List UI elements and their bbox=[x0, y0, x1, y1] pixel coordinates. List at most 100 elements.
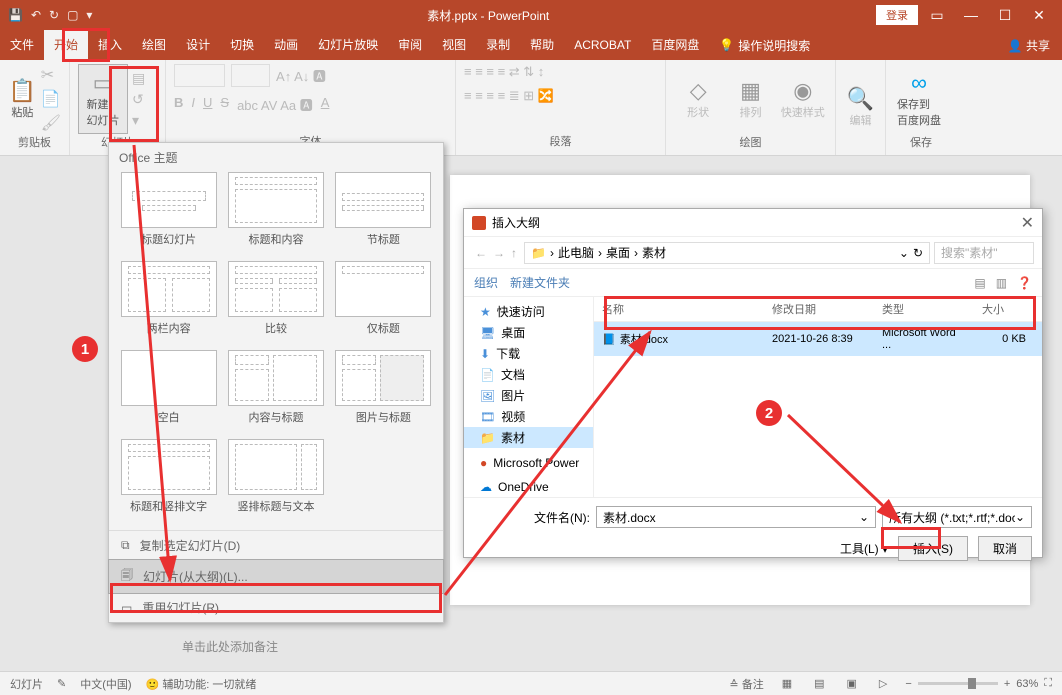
tab-review[interactable]: 审阅 bbox=[388, 30, 432, 60]
notes-placeholder[interactable]: 单击此处添加备注 bbox=[182, 638, 278, 655]
dialog-close-icon[interactable]: ✕ bbox=[1021, 213, 1034, 233]
layout-section-header[interactable]: 节标题 bbox=[334, 172, 433, 253]
filename-input[interactable]: 素材.docx⌄ bbox=[596, 506, 876, 528]
layout-title-slide[interactable]: 标题幻灯片 bbox=[119, 172, 218, 253]
reading-view-icon[interactable]: ▣ bbox=[843, 677, 861, 690]
menu-slides-from-outline[interactable]: 🗐幻灯片(从大纲)(L)... bbox=[108, 559, 444, 594]
maximize-icon[interactable]: ☐ bbox=[990, 7, 1020, 24]
zoom-level[interactable]: 63% bbox=[1016, 678, 1038, 690]
layout-content-caption[interactable]: 内容与标题 bbox=[226, 350, 325, 431]
tell-me[interactable]: 💡操作说明搜索 bbox=[709, 37, 820, 54]
layout-picture-caption[interactable]: 图片与标题 bbox=[334, 350, 433, 431]
layout-title-content[interactable]: 标题和内容 bbox=[226, 172, 325, 253]
col-date[interactable]: 修改日期 bbox=[764, 297, 874, 321]
tree-sucai[interactable]: 📁素材 bbox=[464, 427, 593, 448]
tab-baidu[interactable]: 百度网盘 bbox=[641, 30, 709, 60]
new-slide-button[interactable]: ▭新建 幻灯片 bbox=[78, 64, 128, 134]
search-input[interactable]: 搜索"素材" bbox=[934, 242, 1034, 264]
undo-icon[interactable]: ↶ bbox=[31, 8, 41, 22]
tree-onedrive[interactable]: ☁OneDrive bbox=[464, 478, 593, 496]
share-button[interactable]: 👤 共享 bbox=[996, 37, 1062, 54]
tree-mspp[interactable]: ●Microsoft Power bbox=[464, 454, 593, 472]
tree-videos[interactable]: 🎞视频 bbox=[464, 406, 593, 427]
new-folder-button[interactable]: 新建文件夹 bbox=[510, 276, 582, 290]
organize-button[interactable]: 组织 bbox=[474, 276, 510, 290]
status-slide[interactable]: 幻灯片 bbox=[10, 676, 43, 692]
layout-vtitle-text[interactable]: 竖排标题与文本 bbox=[226, 439, 325, 520]
tab-slideshow[interactable]: 幻灯片放映 bbox=[308, 30, 388, 60]
status-accessibility[interactable]: 🙂 辅助功能: 一切就绪 bbox=[146, 676, 257, 692]
tab-insert[interactable]: 插入 bbox=[88, 30, 132, 60]
zoom-in-icon[interactable]: + bbox=[1004, 678, 1010, 690]
layout-title-vtext[interactable]: 标题和竖排文字 bbox=[119, 439, 218, 520]
save-icon[interactable]: 💾 bbox=[8, 8, 23, 22]
chevron-down-icon[interactable]: ⌄ bbox=[899, 246, 909, 260]
help-icon[interactable]: ❓ bbox=[1007, 276, 1032, 290]
minimize-icon[interactable]: — bbox=[956, 7, 986, 23]
tab-file[interactable]: 文件 bbox=[0, 30, 44, 60]
tab-design[interactable]: 设计 bbox=[176, 30, 220, 60]
layout-blank[interactable]: 空白 bbox=[119, 350, 218, 431]
zoom-out-icon[interactable]: − bbox=[905, 678, 911, 690]
insert-button[interactable]: 插入(S) bbox=[898, 536, 968, 561]
redo-icon[interactable]: ↻ bbox=[49, 8, 59, 22]
nav-forward-icon[interactable]: → bbox=[490, 246, 508, 260]
tab-view[interactable]: 视图 bbox=[432, 30, 476, 60]
tree-pictures[interactable]: 🖼图片 bbox=[464, 385, 593, 406]
nav-back-icon[interactable]: ← bbox=[472, 246, 490, 260]
qat-dropdown-icon[interactable]: ▾ bbox=[86, 8, 92, 22]
tab-transitions[interactable]: 切换 bbox=[220, 30, 264, 60]
arrange-button[interactable]: ▦排列 bbox=[726, 64, 774, 134]
paste-button[interactable]: 📋粘贴 bbox=[8, 64, 37, 134]
file-row[interactable]: 📘素材.docx 2021-10-26 8:39 Microsoft Word … bbox=[594, 322, 1042, 356]
tab-record[interactable]: 录制 bbox=[476, 30, 520, 60]
styles-button[interactable]: ◉快速样式 bbox=[779, 64, 827, 134]
tab-acrobat[interactable]: ACROBAT bbox=[564, 30, 641, 60]
nav-up-icon[interactable]: ↑ bbox=[508, 246, 520, 260]
chevron-down-icon[interactable]: ⌄ bbox=[1015, 510, 1025, 524]
col-name[interactable]: 名称 bbox=[594, 297, 764, 321]
close-icon[interactable]: ✕ bbox=[1024, 7, 1054, 24]
layout-comparison[interactable]: 比较 bbox=[226, 261, 325, 342]
editing-button[interactable]: 🔍编辑 bbox=[844, 72, 877, 142]
normal-view-icon[interactable]: ▦ bbox=[778, 677, 796, 690]
from-start-icon[interactable]: ▢ bbox=[67, 8, 78, 22]
status-language[interactable]: 中文(中国) bbox=[80, 676, 131, 692]
menu-duplicate-slides[interactable]: ⧉复制选定幻灯片(D) bbox=[109, 531, 443, 560]
login-button[interactable]: 登录 bbox=[876, 5, 918, 25]
tree-documents[interactable]: 📄文档 bbox=[464, 364, 593, 385]
tab-draw[interactable]: 绘图 bbox=[132, 30, 176, 60]
col-size[interactable]: 大小 bbox=[974, 297, 1034, 321]
filetype-filter[interactable]: 所有大纲 (*.txt;*.rtf;*.docm;*.d⌄ bbox=[882, 506, 1032, 528]
tree-desktop[interactable]: 🖥桌面 bbox=[464, 322, 593, 343]
shapes-button[interactable]: ◇形状 bbox=[674, 64, 722, 134]
refresh-icon[interactable]: ↻ bbox=[913, 246, 923, 260]
menu-reuse-slides[interactable]: ▭重用幻灯片(R)... bbox=[109, 593, 443, 622]
sorter-view-icon[interactable]: ▤ bbox=[810, 677, 828, 690]
spellcheck-icon[interactable]: ✎ bbox=[57, 677, 66, 690]
tree-downloads[interactable]: ⬇下载 bbox=[464, 343, 593, 364]
slideshow-view-icon[interactable]: ▷ bbox=[875, 677, 891, 690]
notes-button[interactable]: ≙ 备注 bbox=[729, 676, 763, 692]
tab-animations[interactable]: 动画 bbox=[264, 30, 308, 60]
format-painter-icon[interactable]: 🖌 bbox=[41, 113, 61, 133]
tools-button[interactable]: 工具(L) ▾ bbox=[840, 540, 888, 557]
zoom-slider[interactable] bbox=[918, 682, 998, 685]
layout-icon[interactable]: ▤ bbox=[132, 70, 145, 87]
view-options-icon[interactable]: ▤ bbox=[964, 276, 985, 290]
tab-help[interactable]: 帮助 bbox=[520, 30, 564, 60]
layout-two-content[interactable]: 两栏内容 bbox=[119, 261, 218, 342]
layout-title-only[interactable]: 仅标题 bbox=[334, 261, 433, 342]
fit-window-icon[interactable]: ⛶ bbox=[1044, 677, 1052, 690]
ribbon-options-icon[interactable]: ▭ bbox=[922, 7, 952, 24]
preview-pane-icon[interactable]: ▥ bbox=[986, 276, 1007, 290]
reset-icon[interactable]: ↺ bbox=[132, 91, 145, 108]
tree-quick-access[interactable]: ★快速访问 bbox=[464, 301, 593, 322]
cancel-button[interactable]: 取消 bbox=[978, 536, 1032, 561]
copy-icon[interactable]: 📄 bbox=[41, 89, 61, 109]
col-type[interactable]: 类型 bbox=[874, 297, 974, 321]
chevron-down-icon[interactable]: ⌄ bbox=[859, 510, 869, 524]
breadcrumb[interactable]: 📁 › 此电脑 › 桌面 › 素材 ⌄↻ bbox=[524, 242, 930, 264]
section-icon[interactable]: ▾ bbox=[132, 112, 145, 129]
cut-icon[interactable]: ✂ bbox=[41, 65, 61, 85]
